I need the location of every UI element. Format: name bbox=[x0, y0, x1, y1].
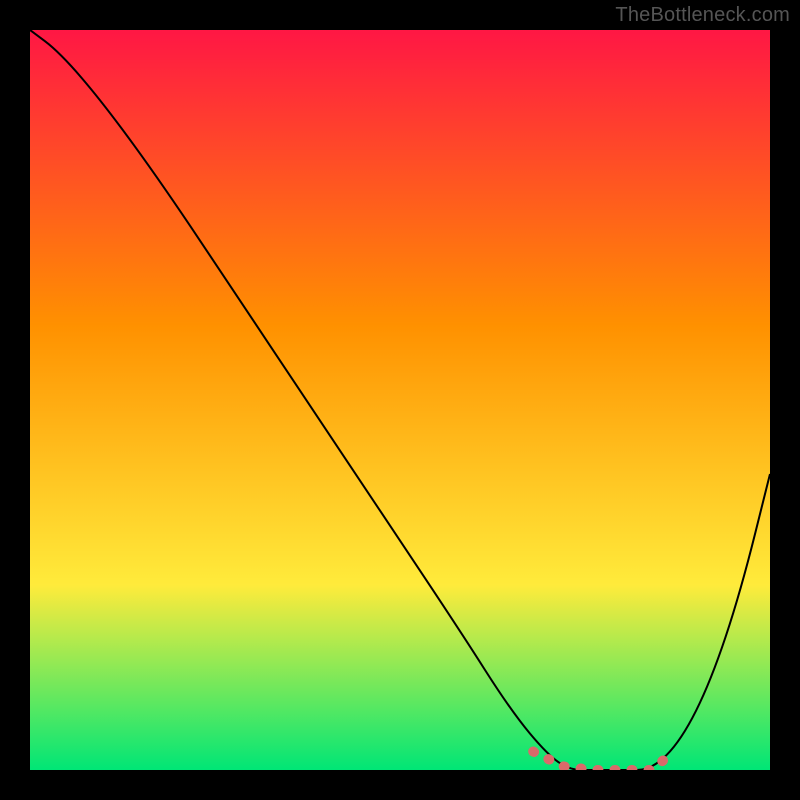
watermark-text: TheBottleneck.com bbox=[615, 4, 790, 27]
bottleneck-chart bbox=[30, 30, 770, 770]
gradient-background bbox=[30, 30, 770, 770]
chart-svg bbox=[30, 30, 770, 770]
